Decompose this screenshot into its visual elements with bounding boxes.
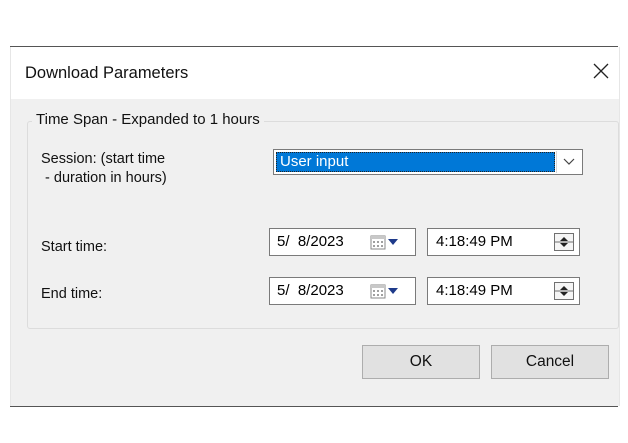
chevron-down-icon	[563, 158, 575, 165]
start-time-label: Start time:	[41, 239, 108, 255]
end-time-label: End time:	[41, 286, 103, 302]
start-calendar-button[interactable]	[370, 233, 408, 251]
spin-updown-icon	[555, 286, 573, 296]
time-span-group-label: Time Span - Expanded to 1 hours	[32, 111, 264, 128]
dialog-title: Download Parameters	[25, 64, 189, 82]
calendar-icon	[370, 284, 386, 299]
session-selected-value: User input	[276, 152, 555, 172]
spin-updown-icon	[555, 237, 573, 247]
session-dropdown-button[interactable]	[556, 151, 581, 173]
dropdown-arrow-icon	[388, 288, 398, 294]
end-date-value: 5/ 8/2023	[277, 282, 344, 299]
calendar-icon	[370, 235, 386, 250]
end-date-picker[interactable]: 5/ 8/2023	[269, 277, 416, 305]
session-label-line1: Session: (start time	[41, 151, 166, 167]
ok-button[interactable]: OK	[362, 345, 480, 379]
start-time-spinner[interactable]	[554, 233, 574, 251]
cancel-button[interactable]: Cancel	[491, 345, 609, 379]
end-time-value: 4:18:49 PM	[436, 282, 513, 299]
title-bar: Download Parameters	[11, 47, 619, 99]
session-combobox[interactable]: User input	[273, 149, 583, 175]
dropdown-arrow-icon	[388, 239, 398, 245]
download-parameters-dialog: Download Parameters Time Span - Expanded…	[10, 47, 620, 406]
session-label-line2: - duration in hours)	[41, 170, 167, 186]
start-date-value: 5/ 8/2023	[277, 233, 344, 250]
close-icon	[593, 63, 609, 79]
end-time-spinner[interactable]	[554, 282, 574, 300]
close-button[interactable]	[583, 53, 619, 89]
end-calendar-button[interactable]	[370, 282, 408, 300]
window-bottom-edge	[10, 406, 618, 407]
start-time-value: 4:18:49 PM	[436, 233, 513, 250]
end-time-field[interactable]: 4:18:49 PM	[427, 277, 580, 305]
start-date-picker[interactable]: 5/ 8/2023	[269, 228, 416, 256]
start-time-field[interactable]: 4:18:49 PM	[427, 228, 580, 256]
